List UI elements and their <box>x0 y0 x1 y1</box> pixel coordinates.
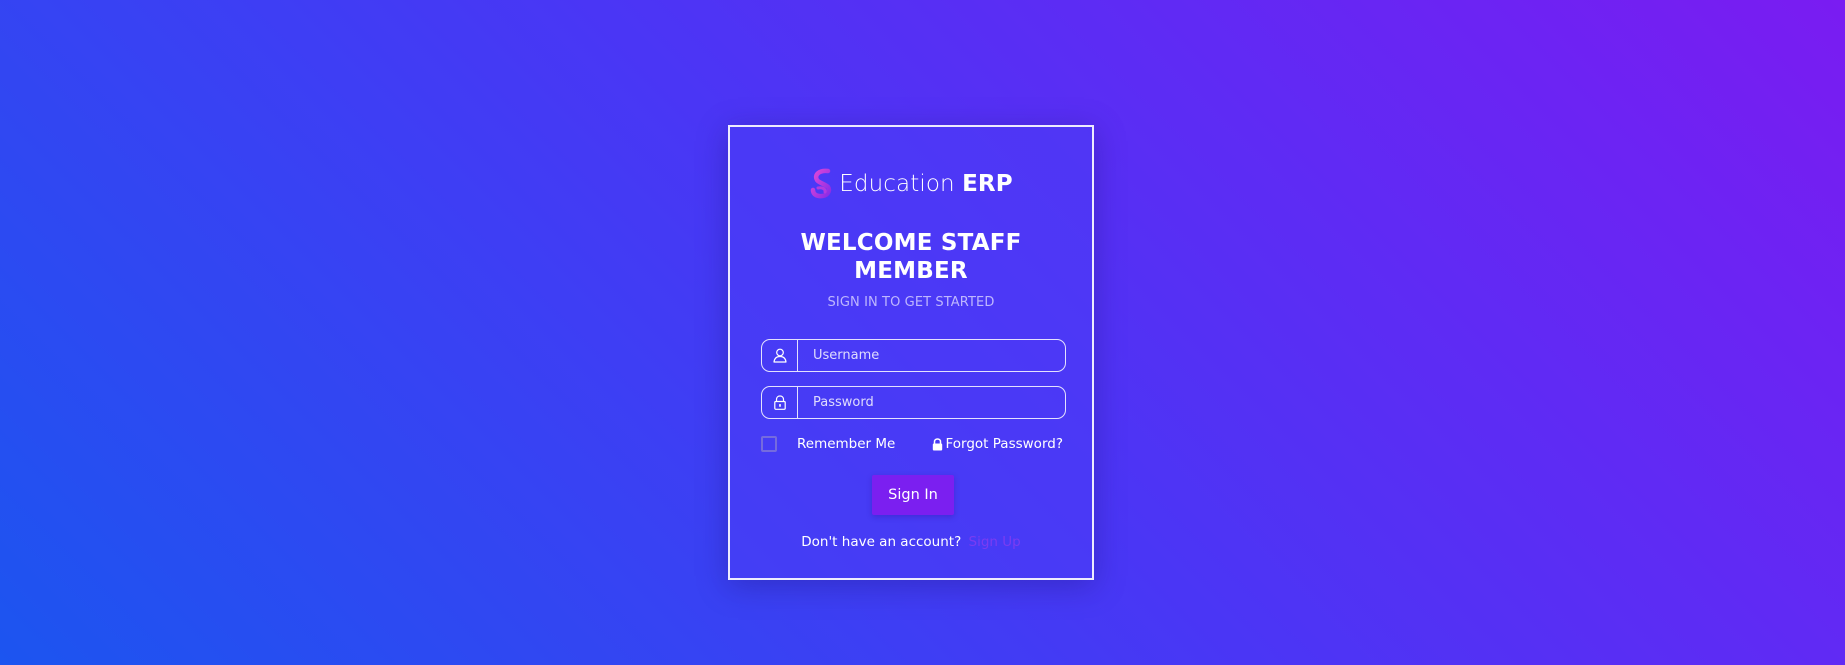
sign-in-button[interactable]: Sign In <box>872 475 954 515</box>
user-icon <box>762 340 798 371</box>
password-input[interactable] <box>798 387 1065 418</box>
welcome-heading: WELCOME STAFF MEMBER <box>730 229 1092 285</box>
username-field <box>761 339 1066 372</box>
sign-up-link[interactable]: Sign Up <box>969 534 1021 550</box>
remember-me-checkbox[interactable] <box>761 436 777 452</box>
password-field <box>761 386 1066 419</box>
forgot-password-label: Forgot Password? <box>945 436 1064 452</box>
s-swirl-logo-icon <box>811 168 832 199</box>
subtitle: SIGN IN TO GET STARTED <box>827 295 995 310</box>
brand-name-bold: ERP <box>962 171 1013 197</box>
forgot-password-link[interactable]: Forgot Password? <box>932 436 1064 452</box>
lock-icon <box>762 387 798 418</box>
brand-name: Education ERP <box>839 171 1012 197</box>
remember-me[interactable]: Remember Me <box>761 436 895 452</box>
signup-prompt: Don't have an account? <box>801 534 962 550</box>
lock-icon <box>932 437 942 450</box>
username-input[interactable] <box>798 340 1065 371</box>
brand: Education ERP <box>730 167 1092 201</box>
login-card: Education ERP WELCOME STAFF MEMBER SIGN … <box>728 125 1094 580</box>
welcome-line-2: MEMBER <box>854 258 968 284</box>
remember-me-label: Remember Me <box>797 436 896 452</box>
brand-name-light: Education <box>839 171 963 197</box>
signup-row: Don't have an account? Sign Up <box>730 534 1092 550</box>
welcome-line-1: WELCOME STAFF <box>800 230 1022 256</box>
